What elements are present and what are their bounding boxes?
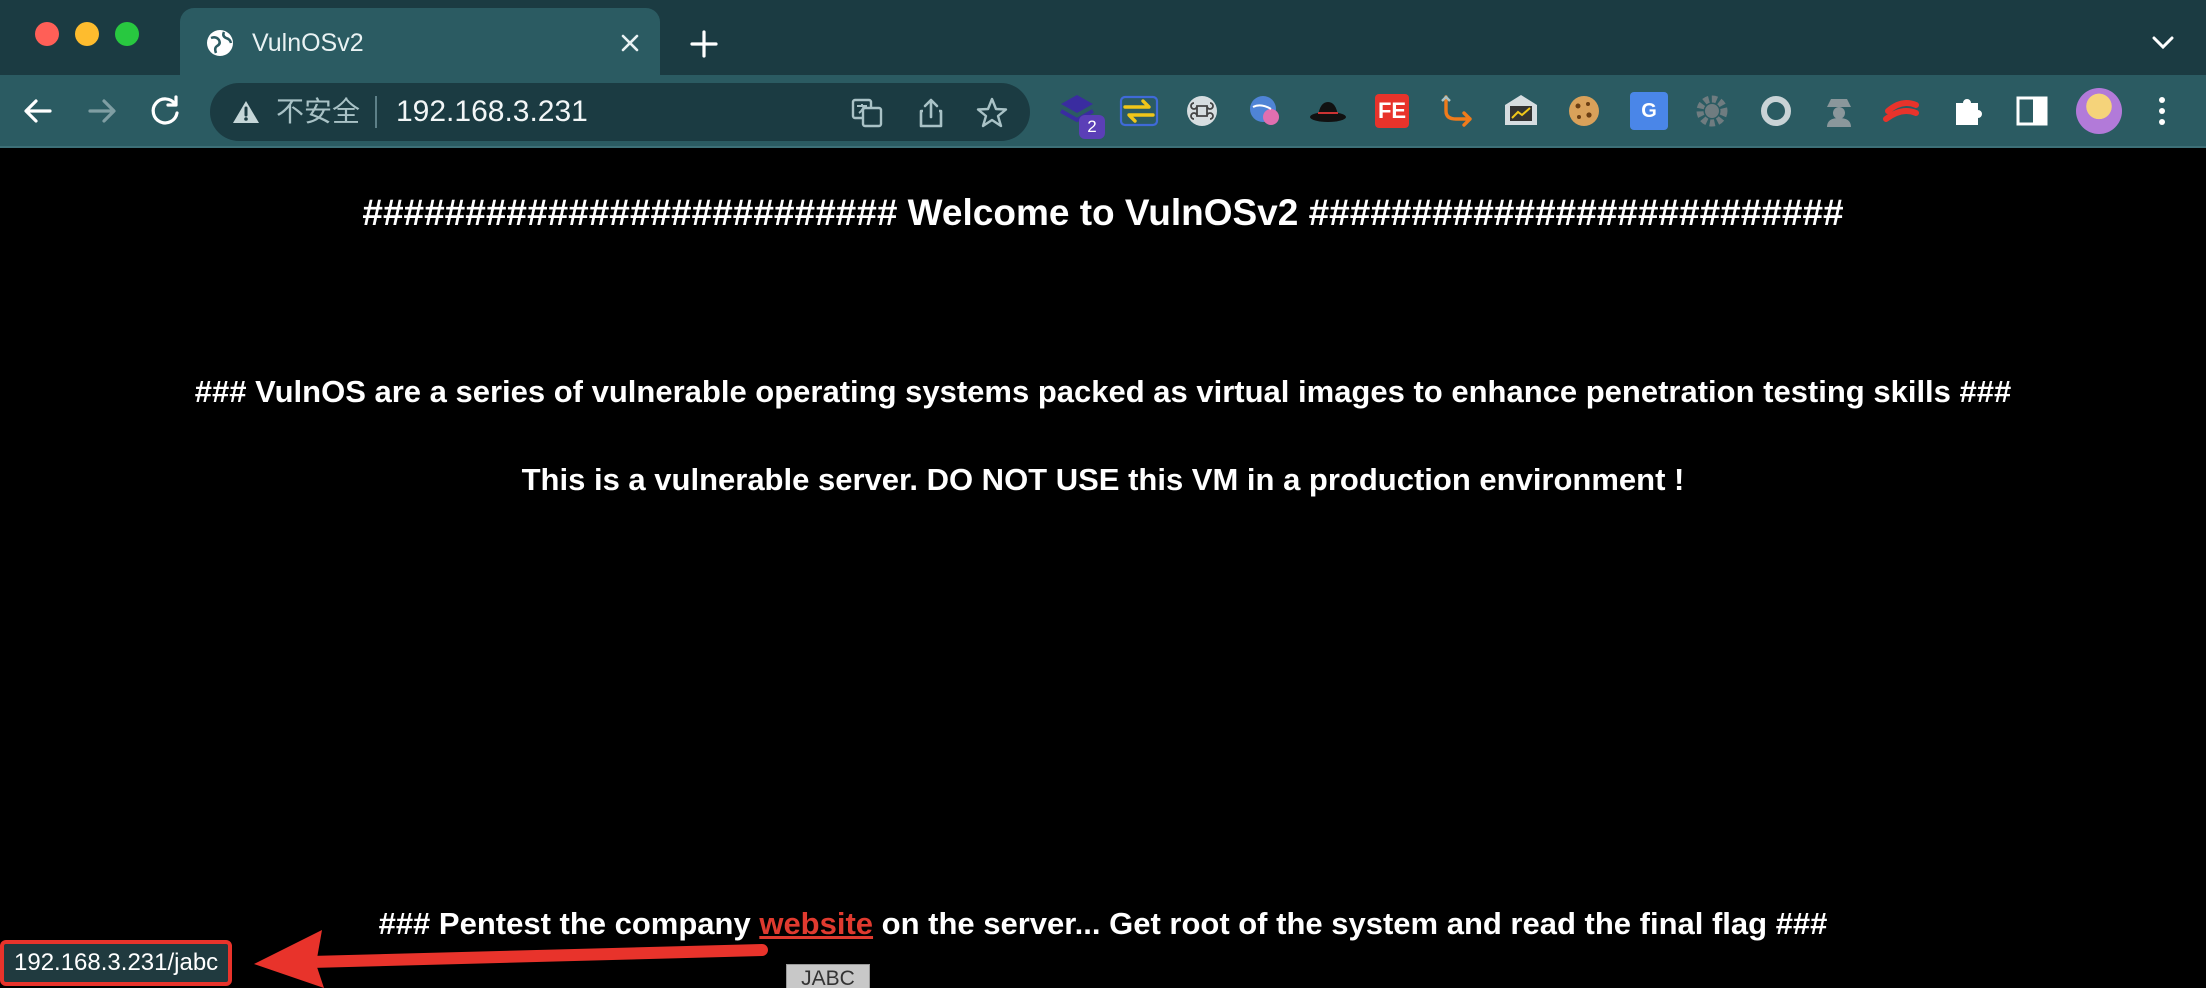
route-arrow-icon[interactable] <box>1436 89 1480 133</box>
browser-toolbar: 不安全 192.168.3.231 2 FE G <box>0 75 2206 148</box>
chart-screenshot-icon[interactable] <box>1499 89 1543 133</box>
close-tab-icon[interactable] <box>612 25 648 61</box>
google-translate-icon[interactable]: G <box>1630 92 1668 130</box>
back-arrow-icon[interactable] <box>16 89 60 133</box>
extension-badge: 2 <box>1079 115 1105 139</box>
command-key-icon[interactable] <box>1180 89 1224 133</box>
chevron-down-icon[interactable] <box>2146 26 2180 60</box>
share-icon[interactable] <box>914 96 948 130</box>
website-link[interactable]: website <box>759 906 873 941</box>
translate-icon[interactable] <box>850 96 884 130</box>
forward-arrow-icon[interactable] <box>80 89 124 133</box>
address-bar[interactable]: 不安全 192.168.3.231 <box>210 83 1030 141</box>
maximize-window-button[interactable] <box>115 22 139 46</box>
bookmark-star-icon[interactable] <box>975 96 1009 130</box>
puzzle-icon[interactable] <box>1946 89 1990 133</box>
spy-icon[interactable] <box>1817 89 1861 133</box>
reload-icon[interactable] <box>143 89 187 133</box>
close-window-button[interactable] <box>35 22 59 46</box>
status-bar-url: 192.168.3.231/jabc <box>0 940 233 986</box>
welcome-heading: ########################## Welcome to Vu… <box>362 192 1844 233</box>
ring-icon[interactable] <box>1754 89 1798 133</box>
globe-plugin-icon[interactable] <box>1243 89 1287 133</box>
web-page: ########################## Welcome to Vu… <box>0 150 2206 988</box>
address-separator <box>375 96 377 128</box>
jabc-button[interactable]: JABC <box>786 964 870 988</box>
active-tab[interactable]: VulnOSv2 <box>180 8 660 75</box>
stacked-layers-icon[interactable]: 2 <box>1055 89 1105 139</box>
profile-avatar[interactable] <box>2076 88 2122 134</box>
red-arrow-annotation <box>254 930 768 988</box>
globe-icon <box>207 30 233 56</box>
side-panel-icon[interactable] <box>2010 89 2054 133</box>
warning-triangle-icon[interactable] <box>232 99 260 125</box>
red-stripes-icon[interactable] <box>1880 89 1924 133</box>
intro-text: ### VulnOS are a series of vulnerable op… <box>194 374 2012 409</box>
security-label[interactable]: 不安全 <box>276 97 360 127</box>
minimize-window-button[interactable] <box>75 22 99 46</box>
sync-arrows-icon[interactable] <box>1117 89 1161 133</box>
tab-strip: VulnOSv2 <box>0 0 2206 75</box>
url-text[interactable]: 192.168.3.231 <box>396 96 588 128</box>
warning-text: This is a vulnerable server. DO NOT USE … <box>521 462 1685 497</box>
tab-title: VulnOSv2 <box>252 29 364 57</box>
gear-icon[interactable] <box>1690 89 1734 133</box>
hat-icon[interactable] <box>1306 89 1350 133</box>
fe-helper-icon[interactable]: FE <box>1375 94 1409 128</box>
cookie-icon[interactable] <box>1562 89 1606 133</box>
new-tab-icon[interactable] <box>684 24 724 64</box>
pentest-text-after: on the server... Get root of the system … <box>873 906 1828 941</box>
more-menu-icon[interactable] <box>2150 89 2174 133</box>
